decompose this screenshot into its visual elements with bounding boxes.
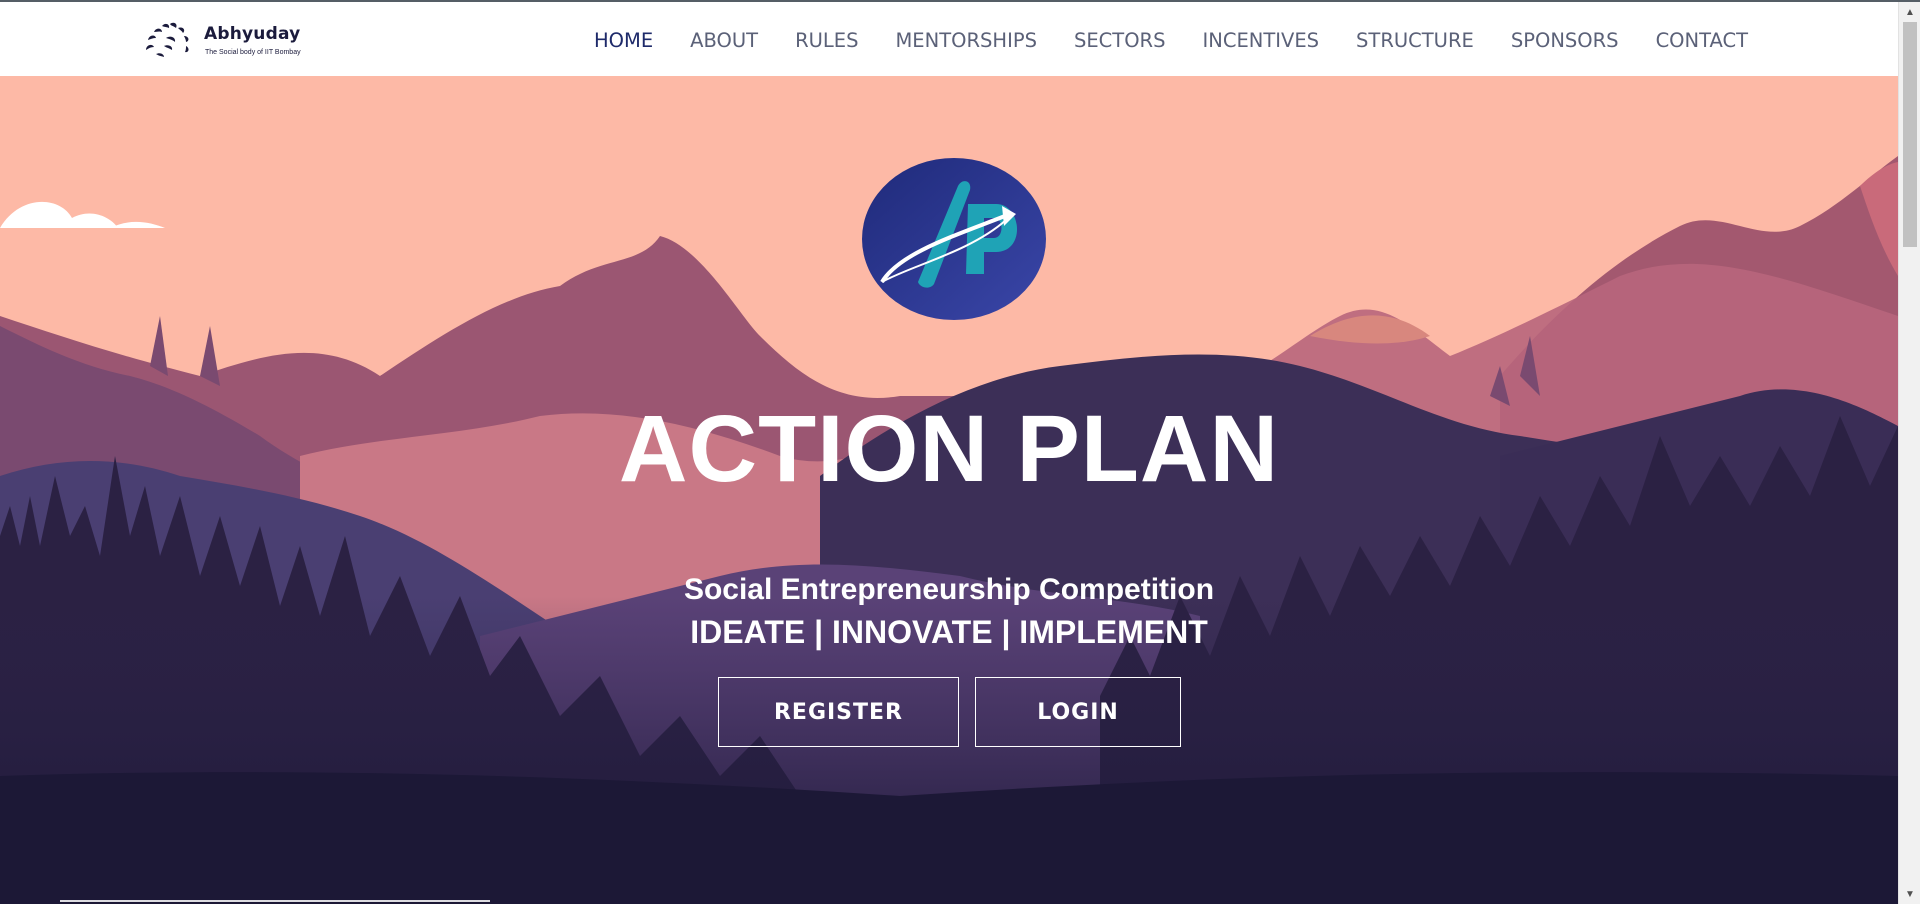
abhyuday-logo-icon	[146, 22, 189, 57]
nav-sponsors[interactable]: SPONSORS	[1511, 29, 1619, 53]
login-button[interactable]: LOGIN	[975, 677, 1181, 747]
nav-structure[interactable]: STRUCTURE	[1356, 29, 1474, 53]
brand-tagline: The Social body of IIT Bombay	[205, 49, 301, 56]
nav-rules[interactable]: RULES	[795, 29, 858, 53]
nav-mentorships[interactable]: MENTORSHIPS	[895, 29, 1036, 53]
nav-incentives[interactable]: INCENTIVES	[1202, 29, 1319, 53]
brand-logo[interactable]: Abhyuday The Social body of IIT Bombay	[142, 18, 302, 64]
scroll-up-arrow-icon[interactable]: ▲	[1899, 2, 1920, 22]
action-plan-logo-icon	[862, 158, 1046, 320]
vertical-scrollbar[interactable]: ▲ ▼	[1898, 2, 1920, 904]
scroll-down-arrow-icon[interactable]: ▼	[1899, 884, 1920, 904]
main-menu: HOME ABOUT RULES MENTORSHIPS SECTORS INC…	[594, 29, 1785, 53]
nav-sectors[interactable]: SECTORS	[1074, 29, 1166, 53]
nav-about[interactable]: ABOUT	[690, 29, 758, 53]
hero-title: ACTION PLAN	[618, 396, 1280, 502]
hero-subtitle: Social Entrepreneurship Competition	[683, 573, 1215, 606]
hero-section: ACTION PLAN Social Entrepreneurship Comp…	[0, 76, 1898, 904]
brand-name: Abhyuday	[204, 24, 301, 44]
nav-contact[interactable]: CONTACT	[1656, 29, 1748, 53]
nav-home[interactable]: HOME	[594, 29, 653, 53]
hero-tagline: IDEATE | INNOVATE | IMPLEMENT	[690, 614, 1208, 650]
register-button[interactable]: REGISTER	[718, 677, 959, 747]
navbar: Abhyuday The Social body of IIT Bombay H…	[0, 2, 1898, 76]
bottom-divider	[60, 900, 490, 902]
scroll-thumb[interactable]	[1903, 22, 1917, 247]
